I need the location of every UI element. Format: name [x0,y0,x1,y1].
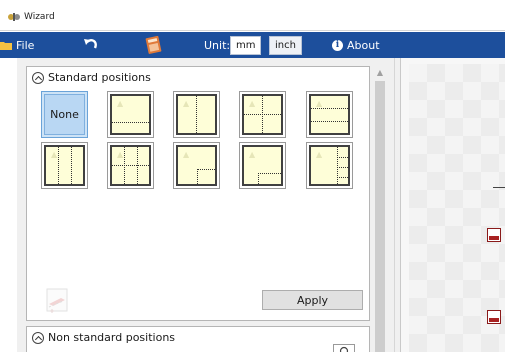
cut-line [197,169,215,184]
tile-preview: ▲ [44,145,85,186]
cut-line [196,96,197,133]
non-standard-positions-title: Non standard positions [48,331,176,344]
cut-line [258,173,281,184]
undo-button[interactable] [82,32,100,58]
search-icon[interactable] [333,344,355,352]
cut-line [337,147,338,184]
pin-icon: ▲ [51,150,58,159]
title-bar: Wizard [0,0,505,31]
tile-preview: ▲ [309,94,350,135]
pin-icon: ▲ [316,150,323,159]
non-standard-positions-header[interactable]: Non standard positions [32,331,175,344]
unit-mm-button[interactable]: mm [230,36,262,55]
about-menu[interactable]: i About [332,32,380,58]
vertical-scrollbar[interactable]: ▲ [373,66,387,352]
guide-line [493,187,505,188]
reset-positions-icon[interactable] [43,287,73,315]
info-icon: i [332,39,343,51]
position-tile-vertical-split[interactable]: ▲ [173,91,220,138]
cut-line [112,122,149,123]
window-title: Wizard [24,12,55,22]
cut-line [71,147,72,184]
position-tile-vertical-thirds[interactable]: ▲ [41,142,88,189]
collapse-icon [32,71,44,84]
tile-preview: ▲ [309,145,350,186]
position-tile-horizontal-thirds[interactable]: ▲ [306,91,353,138]
pin-icon: ▲ [183,99,190,108]
tile-preview: ▲ [242,94,283,135]
unit-inch-button[interactable]: inch [269,36,302,55]
file-menu-label: File [16,38,35,52]
cut-line [311,121,348,122]
scroll-thumb[interactable] [375,81,385,352]
menu-bar: File Unit: mm inch i About [0,32,505,58]
position-tile-bottom-right-corner[interactable]: ▲ [173,142,220,189]
cut-line [58,147,59,184]
position-tile-right-column-rows[interactable]: ▲ [306,142,353,189]
position-tile-quadrants[interactable]: ▲ [239,91,286,138]
pin-icon: ▲ [183,150,190,159]
scroll-up-arrow-icon[interactable]: ▲ [373,66,387,80]
about-menu-label: About [347,38,380,52]
standard-positions-title: Standard positions [48,71,151,84]
position-tile-grid-six[interactable]: ▲ [107,142,154,189]
folder-icon [0,42,12,50]
wizard-app-icon [8,13,20,21]
cut-line [311,108,348,109]
pin-icon: ▲ [316,99,323,108]
cut-line [337,157,348,158]
cut-line [337,167,348,168]
pin-icon: ▲ [249,150,256,159]
standard-positions-header[interactable]: Standard positions [32,71,151,84]
calculator-button[interactable] [145,32,162,58]
collapse-icon [32,331,44,344]
cut-line [244,114,281,115]
position-tile-none-label: None [50,108,79,121]
position-marker-icon[interactable] [487,310,501,324]
unit-label: Unit: [204,38,231,52]
pin-icon: ▲ [117,150,124,159]
checkerboard-background [409,64,505,352]
position-tile-none-inner: None [44,94,85,135]
undo-icon [84,39,97,49]
tile-preview: ▲ [176,145,217,186]
position-tile-none[interactable]: None [41,91,88,138]
tile-preview: ▲ [110,145,151,186]
position-marker-icon[interactable] [487,228,501,242]
file-menu[interactable]: File [0,32,34,58]
pin-icon: ▲ [117,99,124,108]
pin-icon: ▲ [249,99,256,108]
apply-button[interactable]: Apply [262,290,363,310]
cut-line [112,165,149,166]
preview-canvas[interactable] [400,58,505,352]
tile-preview: ▲ [176,94,217,135]
position-tile-small-bottom-right-box[interactable]: ▲ [239,142,286,189]
position-tile-bottom-third-split[interactable]: ▲ [107,91,154,138]
calculator-icon [145,36,162,54]
cut-line [337,177,348,178]
non-standard-positions-group: Non standard positions [26,326,370,352]
tile-preview: ▲ [242,145,283,186]
tile-preview: ▲ [110,94,151,135]
